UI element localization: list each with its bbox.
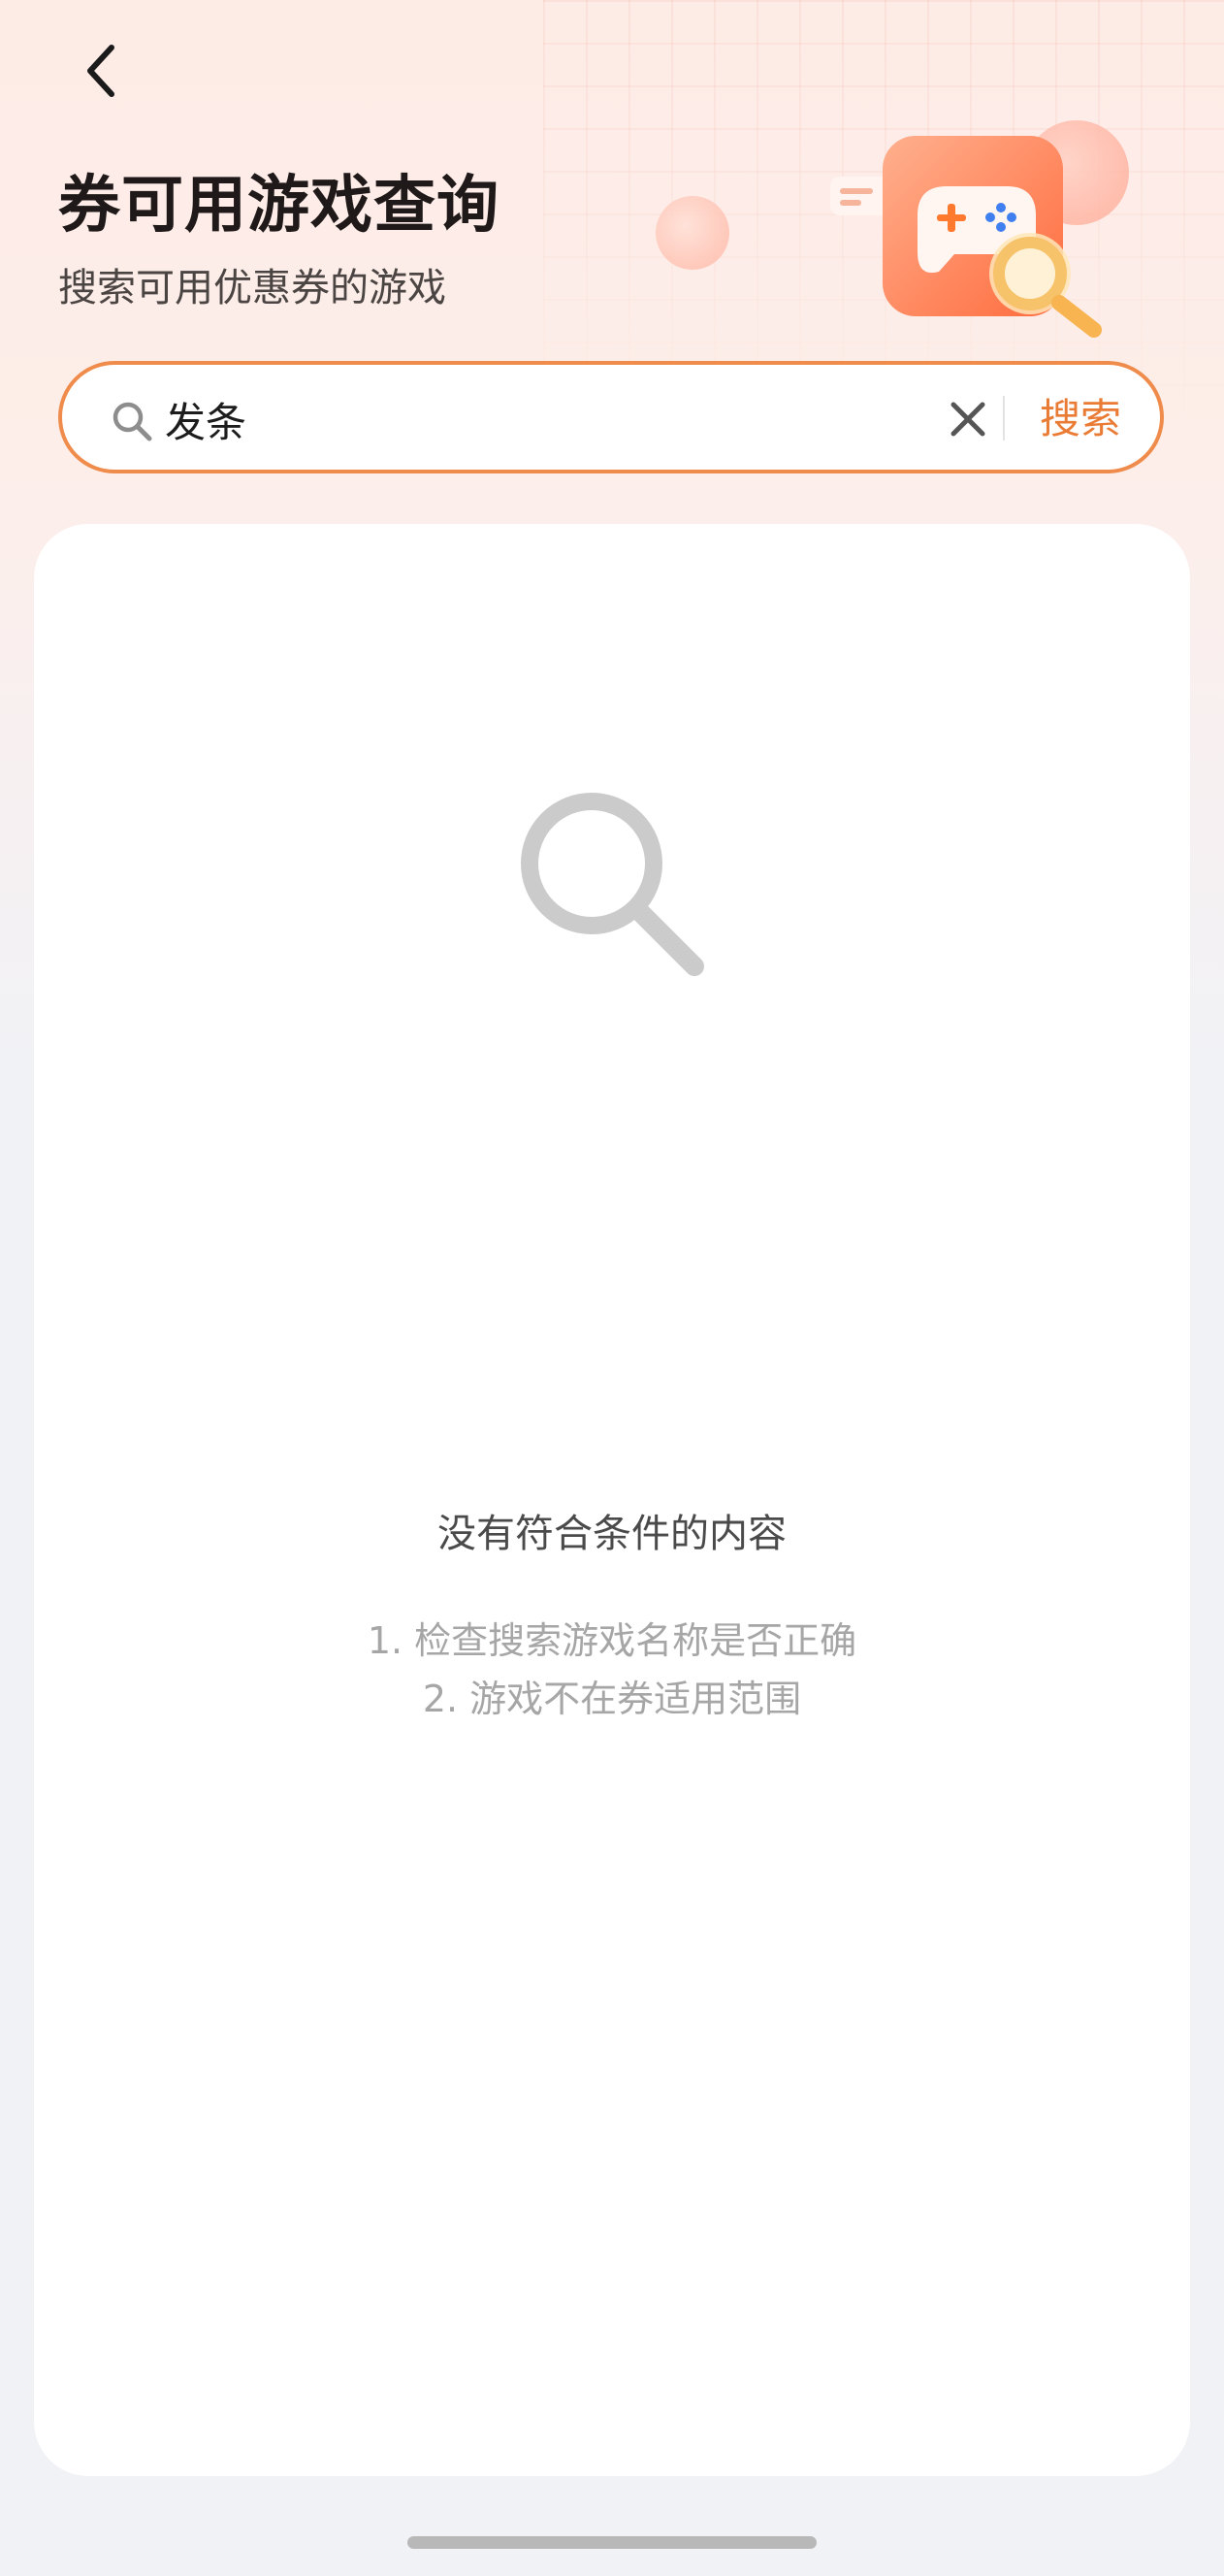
search-input[interactable]: [165, 384, 960, 454]
search-icon: [113, 402, 152, 441]
game-controller-illustration: [656, 120, 1129, 338]
search-bar: 搜索: [58, 361, 1164, 473]
empty-state-title: 没有符合条件的内容: [437, 1512, 787, 1556]
search-button[interactable]: 搜索: [1040, 388, 1121, 450]
page-subtitle: 搜索可用优惠券的游戏: [58, 266, 446, 310]
chevron-left-icon: [87, 45, 114, 97]
empty-state-tip: 2. 游戏不在券适用范围: [422, 1678, 802, 1720]
home-indicator[interactable]: [407, 2536, 817, 2549]
empty-search-icon: [521, 793, 704, 976]
search-divider: [1003, 396, 1005, 440]
page-title: 券可用游戏查询: [58, 170, 499, 242]
empty-state-tip: 1. 检查搜索游戏名称是否正确: [367, 1619, 857, 1662]
clear-search-button[interactable]: [941, 392, 995, 446]
back-button[interactable]: [68, 37, 136, 105]
close-icon: [950, 402, 985, 437]
